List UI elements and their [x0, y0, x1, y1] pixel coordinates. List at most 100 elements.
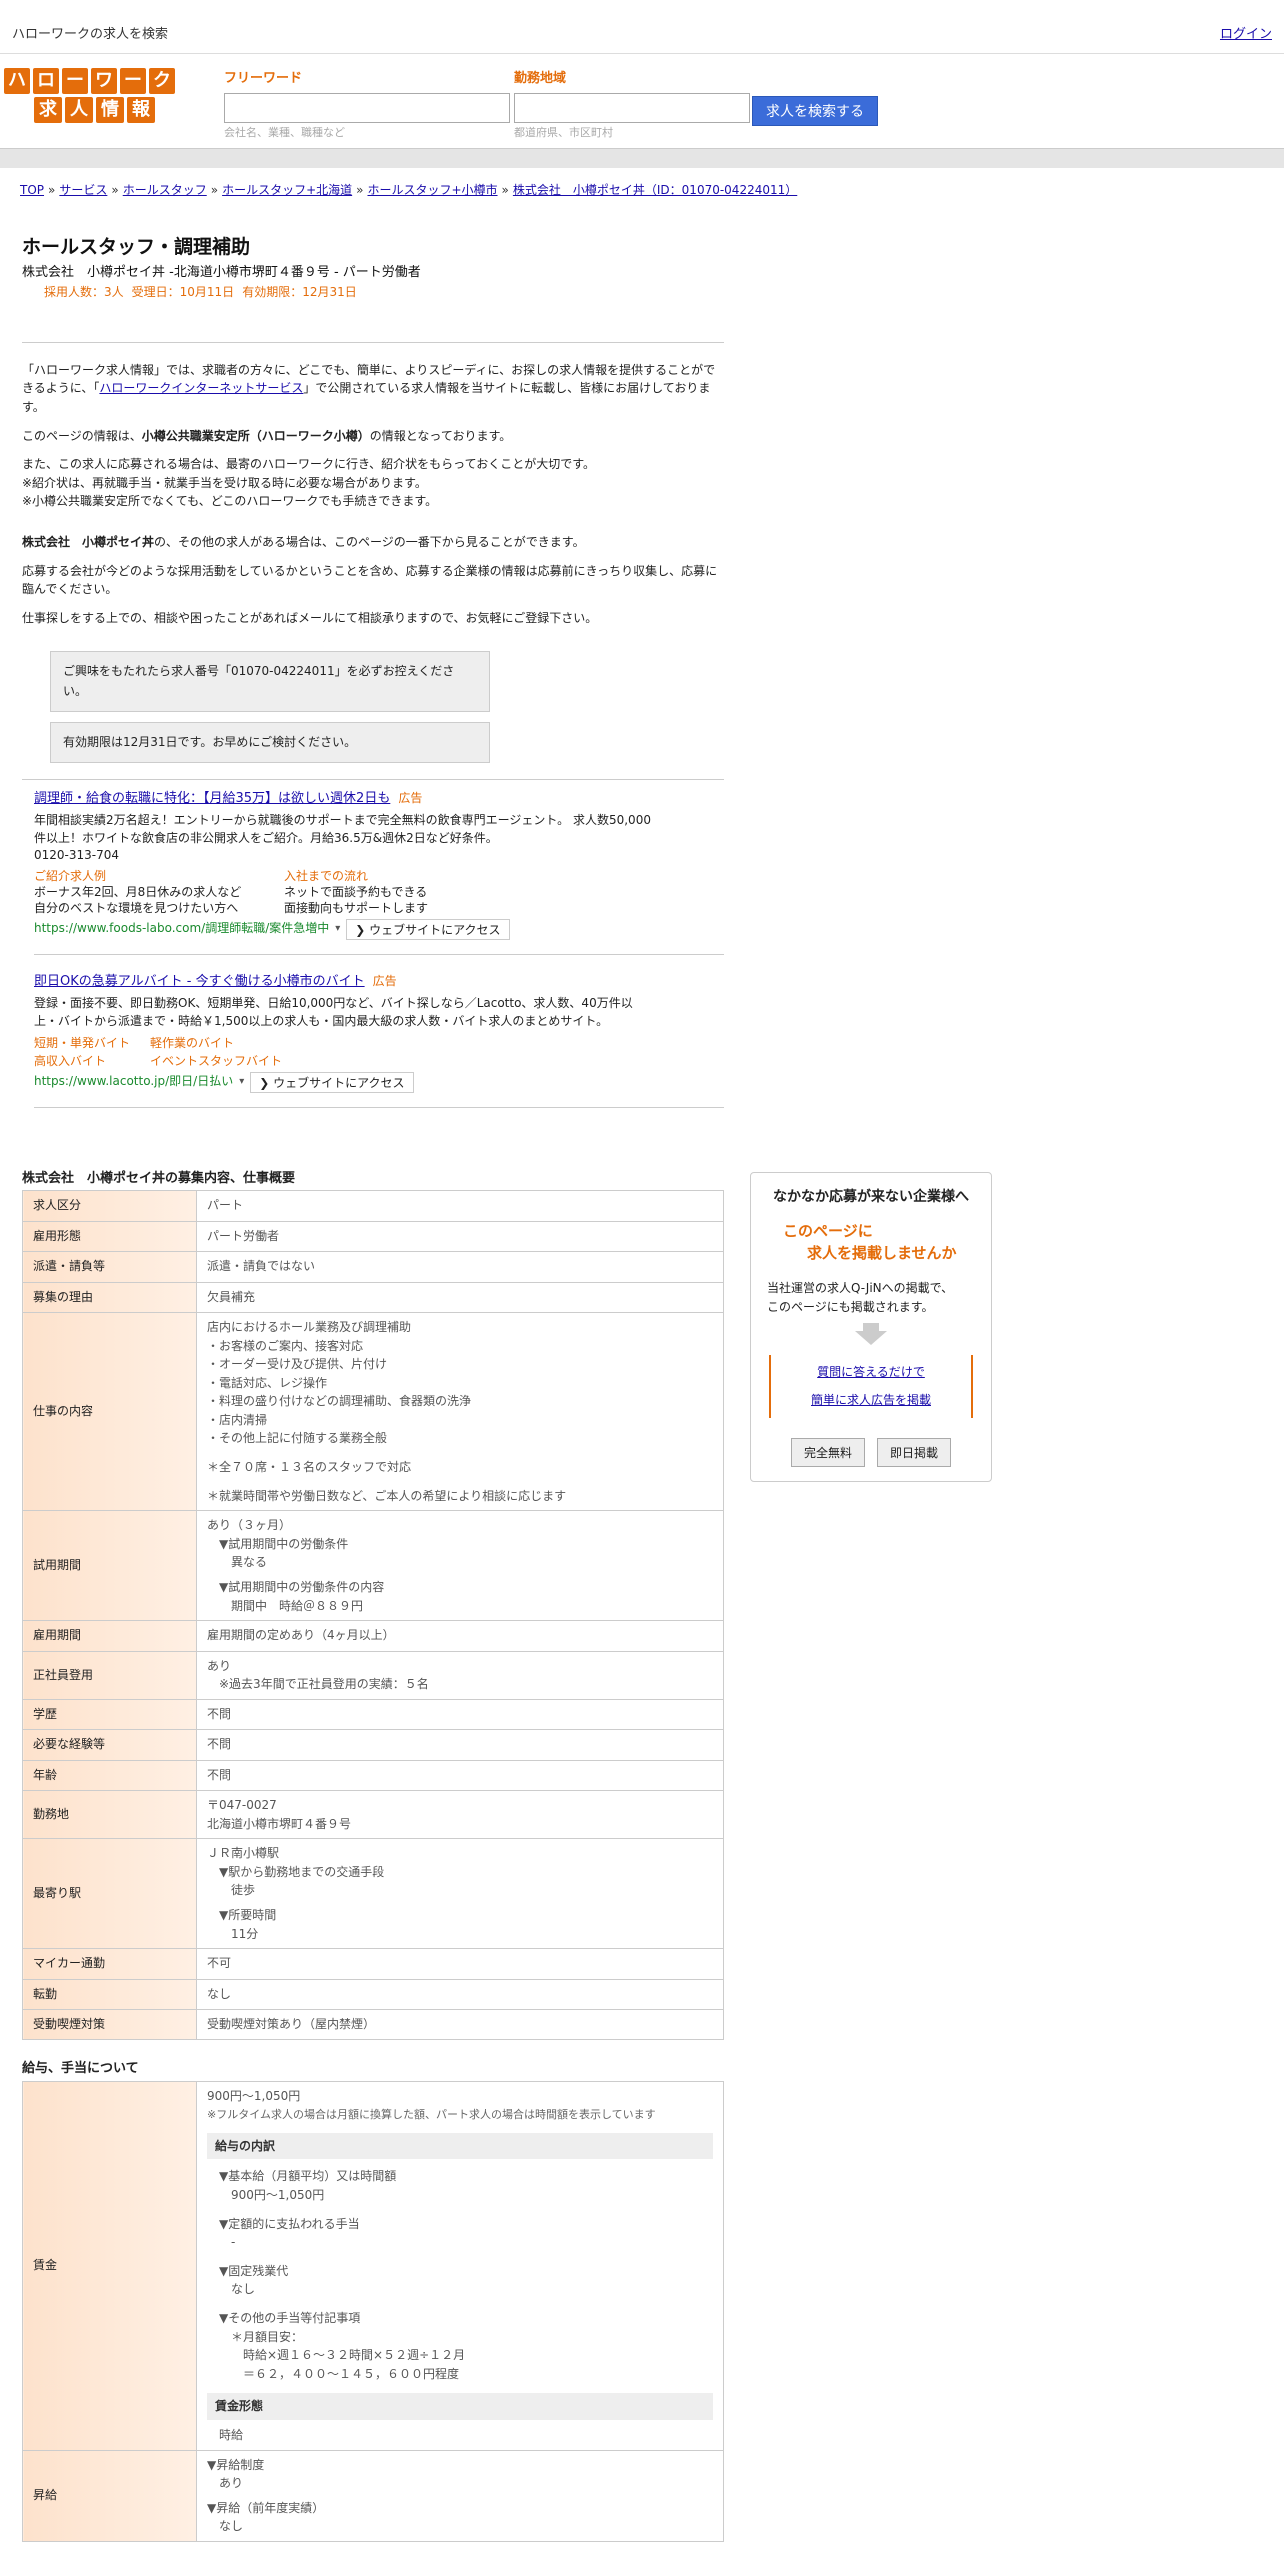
- intro-paragraph: 「ハローワーク求人情報」では、求職者の方々に、どこでも、簡単に、よりスピーディに…: [22, 361, 724, 417]
- dropdown-arrow-icon[interactable]: ▾: [335, 922, 340, 937]
- address: 北海道小樽市堺町４番９号: [207, 1816, 352, 1831]
- wage-line: ▼定額的に支払われる手当: [219, 2216, 360, 2231]
- ad-sitelink[interactable]: 高収入バイト: [34, 1052, 150, 1070]
- table-row: 賃金 900円〜1,050円 ※フルタイム求人の場合は月額に換算した額、パート求…: [22, 2081, 724, 2451]
- raise-line: ▼昇給（前年度実績）: [207, 2500, 325, 2515]
- trial-line: あり（３ヶ月）: [207, 1518, 292, 1533]
- office-name: 小樽公共職業安定所（ハローワーク小樽）: [141, 428, 370, 443]
- visit-website-button[interactable]: ❯ ウェブサイトにアクセス: [250, 1071, 414, 1093]
- wage-range: 900円〜1,050円: [207, 2089, 301, 2104]
- ad-sitelink-title[interactable]: 入社までの流れ: [284, 868, 534, 884]
- row-value: なし: [196, 1978, 724, 2010]
- free-button[interactable]: 完全無料: [790, 1438, 865, 1468]
- table-row: 募集の理由 欠員補充: [22, 1281, 724, 1313]
- breadcrumb-hokkaido[interactable]: ホールスタッフ+北海道: [222, 183, 352, 197]
- ad-sitelink[interactable]: イベントスタッフバイト: [150, 1052, 300, 1070]
- row-value: 受動喫煙対策あり（屋内禁煙）: [196, 2008, 724, 2041]
- ad-url[interactable]: https://www.lacotto.jp/即日/日払い: [34, 1073, 233, 1090]
- ad-title-link[interactable]: 調理師・給食の転職に特化：【月給35万】は欲しい週休2日も: [34, 791, 390, 806]
- expiry-notice: 有効期限は12月31日です。お早めにご検討ください。: [50, 721, 490, 763]
- ad-tag: 広告: [398, 790, 423, 805]
- job-description-line: ・お客様のご案内、接客対応: [207, 1338, 364, 1353]
- table-row: 正社員登用 あり ※過去3年間で正社員登用の実績：５名: [22, 1650, 724, 1700]
- table-row: マイカー通勤 不可: [22, 1948, 724, 1980]
- other-jobs-text: の、その他の求人がある場合は、このページの一番下から見ることができます。: [154, 534, 585, 549]
- hellowork-internet-link[interactable]: ハローワークインターネットサービス: [99, 381, 303, 395]
- row-value: 雇用期間の定めあり（4ヶ月以上）: [196, 1620, 724, 1652]
- row-header: 賃金: [22, 2081, 197, 2451]
- station-line: 11分: [231, 1926, 259, 1941]
- meta-received: 受理日：10月11日: [131, 285, 235, 300]
- row-value: パート労働者: [196, 1220, 724, 1253]
- row-value: ▼昇給制度 あり ▼昇給（前年度実績） なし: [196, 2449, 724, 2542]
- table-row: 学歴 不問: [22, 1698, 724, 1731]
- keyword-input[interactable]: [224, 92, 510, 123]
- search-button[interactable]: 求人を検索する: [752, 96, 878, 126]
- table-row: 勤務地 〒047-0027 北海道小樽市堺町４番９号: [22, 1789, 724, 1840]
- wage-line: ▼固定残業代: [219, 2263, 289, 2278]
- job-description-line: 店内におけるホール業務及び調理補助: [207, 1319, 412, 1334]
- area-input[interactable]: [514, 92, 750, 123]
- breadcrumb-service[interactable]: サービス: [59, 183, 107, 197]
- table-row: 受動喫煙対策 受動喫煙対策あり（屋内禁煙）: [22, 2008, 724, 2041]
- hellowork-logo[interactable]: ハ ロ ー ワ ー ク 求 人 情 報: [4, 68, 182, 126]
- breadcrumb-top[interactable]: TOP: [20, 183, 44, 197]
- row-value: 欠員補充: [196, 1281, 724, 1313]
- top-bar: ハローワークの求人を検索 ログイン: [0, 0, 1284, 54]
- row-header: 最寄り駅: [22, 1838, 197, 1950]
- logo-char: 情: [96, 97, 124, 123]
- station-line: ▼駅から勤務地までの交通手段: [219, 1864, 385, 1879]
- row-header: 仕事の内容: [22, 1311, 197, 1512]
- logo-char: ロ: [33, 68, 59, 94]
- dropdown-arrow-icon[interactable]: ▾: [239, 1075, 244, 1090]
- breadcrumb-otaru[interactable]: ホールスタッフ+小樽市: [367, 183, 497, 197]
- wage-line: -: [231, 2235, 236, 2250]
- ad-title-link[interactable]: 即日OKの急募アルバイト - 今すぐ働ける小樽市のバイト: [34, 974, 365, 989]
- row-value: あり（３ヶ月） ▼試用期間中の労働条件 異なる ▼試用期間中の労働条件の内容 期…: [196, 1510, 724, 1622]
- raise-line: なし: [219, 2519, 244, 2534]
- wage-line: ＝６２，４００～１４５，６００円程度: [243, 2366, 460, 2381]
- table-row: 転勤 なし: [22, 1978, 724, 2010]
- header-band: [0, 148, 1284, 168]
- trial-line: 異なる: [231, 1555, 268, 1570]
- ad-sitelink-text: 面接動向もサポートします: [284, 901, 429, 916]
- job-description-line: ＊就業時間帯や労働日数など、ご本人の希望により相談に応じます: [207, 1488, 567, 1503]
- ad-url-row: https://www.lacotto.jp/即日/日払い ▾ ❯ ウェブサイトに…: [34, 1071, 724, 1093]
- promo-link-post-ad[interactable]: 簡単に求人広告を掲載: [811, 1393, 931, 1407]
- wage-line: ▼基本給（月額平均）又は時間額: [219, 2169, 397, 2184]
- row-header: 学歴: [22, 1698, 197, 1731]
- promo-link-questions[interactable]: 質問に答えるだけで: [817, 1365, 925, 1379]
- wage-line: 900円〜1,050円: [231, 2187, 325, 2202]
- ad-sitelink[interactable]: 軽作業のバイト: [150, 1034, 300, 1052]
- ad-tag: 広告: [372, 973, 397, 988]
- ad-url[interactable]: https://www.foods-labo.com/調理師転職/案件急増中: [34, 920, 329, 937]
- referral-paragraph: また、この求人に応募される場合は、最寄のハローワークに行き、紹介状をもらっておく…: [22, 455, 724, 511]
- job-title: ホールスタッフ・調理補助: [22, 236, 251, 258]
- login-link[interactable]: ログイン: [1220, 26, 1272, 45]
- down-arrow-icon: [863, 1323, 879, 1332]
- ad-description: 年間相談実績2万名超え！エントリーから就職後のサポートまで完全無料の飲食専門エー…: [34, 812, 651, 845]
- wage-line: ＊月額目安：: [231, 2329, 304, 2344]
- ad-phone[interactable]: 0120-313-704: [34, 847, 724, 864]
- breadcrumb-hall-staff[interactable]: ホールスタッフ: [123, 183, 207, 197]
- ad-sitelink[interactable]: 短期・単発バイト: [34, 1034, 150, 1052]
- promotion-line: あり: [207, 1658, 232, 1673]
- row-header: 年齢: [22, 1759, 197, 1791]
- row-value: 不問: [196, 1759, 724, 1791]
- trial-line: ▼試用期間中の労働条件の内容: [219, 1580, 385, 1595]
- job-subtitle: 株式会社 小樽ポセイ丼 -北海道小樽市堺町４番９号 - パート労働者: [22, 264, 421, 280]
- visit-website-button[interactable]: ❯ ウェブサイトにアクセス: [346, 918, 510, 940]
- ad-sitelinks: ご紹介求人例 入社までの流れ ボーナス年2回、月8日休みの求人など ネットで面談…: [34, 868, 724, 917]
- row-header: マイカー通勤: [22, 1948, 197, 1980]
- table-row: 雇用期間 雇用期間の定めあり（4ヶ月以上）: [22, 1620, 724, 1652]
- job-description-line: ・オーダー受け及び提供、片付け: [207, 1357, 388, 1372]
- same-day-button[interactable]: 即日掲載: [877, 1438, 952, 1468]
- ad-sitelink-title[interactable]: ご紹介求人例: [34, 868, 284, 884]
- row-header: 雇用期間: [22, 1620, 197, 1652]
- breadcrumb-company[interactable]: 株式会社 小樽ポセイ丼（ID：01070-04224011）: [513, 183, 797, 197]
- promo-description: 当社運営の求人Q-JiNへの掲載で、 このページにも掲載されます。: [761, 1279, 981, 1317]
